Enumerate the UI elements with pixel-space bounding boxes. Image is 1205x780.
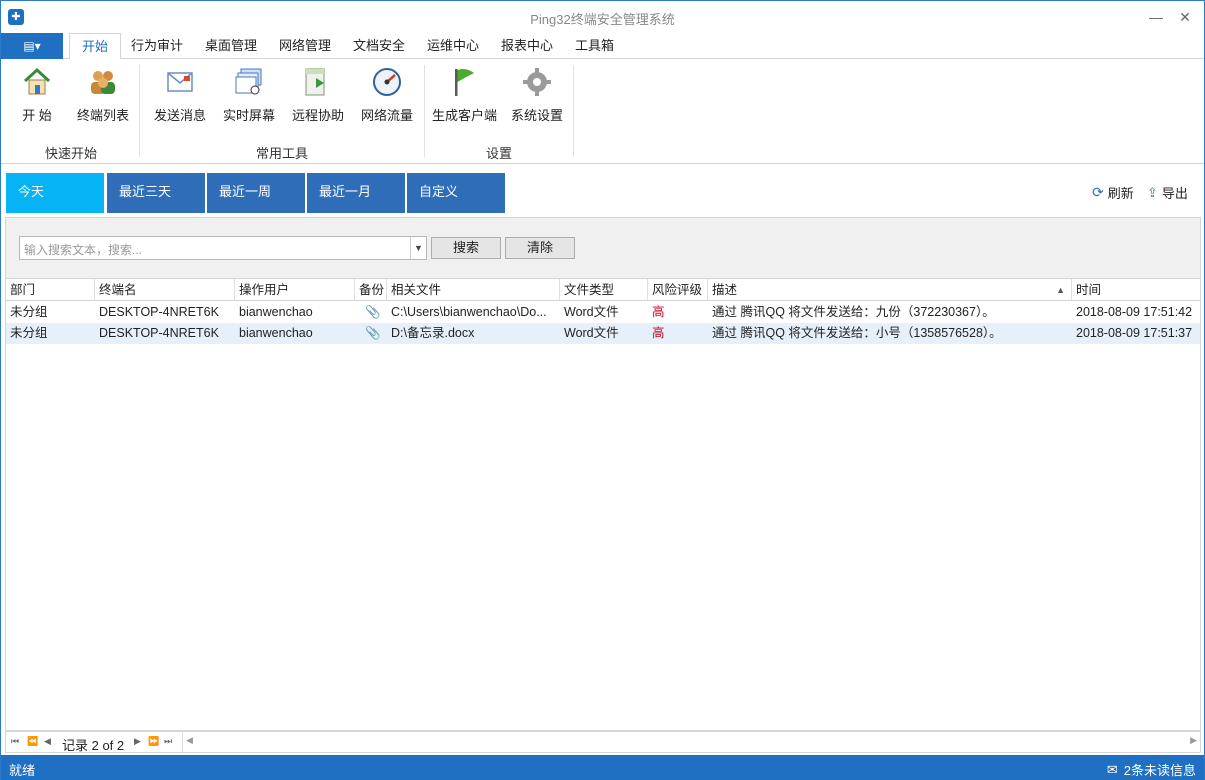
app-window: ✚ Ping32终端安全管理系统 — ✕ ▤▾ 开始 行为审计 桌面管理 网络管…	[0, 0, 1205, 780]
next-page-icon[interactable]: ⏩	[148, 736, 159, 747]
group-separator	[573, 65, 574, 157]
next-record-icon[interactable]: ▶	[134, 736, 141, 747]
group-common-tools-label: 常用工具	[255, 146, 308, 161]
unread-messages[interactable]: ✉ 2条未读信息	[1107, 760, 1196, 779]
record-count: 记录 2 of 2	[62, 738, 125, 753]
record-navigator: ⏮ ⏪ ◀ 记录 2 of 2 ▶ ⏩ ⏭ ◀ ▶	[5, 731, 1201, 753]
gauge-icon	[370, 65, 404, 99]
tab-behavior-audit[interactable]: 行为审计	[119, 33, 195, 59]
column-header-file[interactable]: 相关文件	[387, 279, 560, 301]
date-tab-last-week[interactable]: 最近一周	[207, 173, 305, 213]
first-record-icon[interactable]: ⏮	[11, 736, 19, 747]
chevron-down-icon[interactable]: ▼	[410, 237, 426, 259]
search-input[interactable]: 输入搜索文本，搜索... ▼	[19, 236, 427, 260]
tab-report-center[interactable]: 报表中心	[489, 33, 565, 59]
close-button[interactable]: ✕	[1171, 5, 1199, 29]
refresh-icon: ⟳	[1092, 184, 1104, 200]
column-header-user[interactable]: 操作用户	[235, 279, 355, 301]
last-record-icon[interactable]: ⏭	[164, 736, 172, 747]
date-tab-last-month[interactable]: 最近一月	[307, 173, 405, 213]
column-header-backup[interactable]: 备份	[355, 279, 387, 301]
group-separator	[424, 65, 425, 157]
tab-desktop-management[interactable]: 桌面管理	[193, 33, 269, 59]
column-header-description[interactable]: 描述 ▲	[708, 279, 1072, 301]
tab-network-management[interactable]: 网络管理	[267, 33, 343, 59]
scroll-right-icon[interactable]: ▶	[1190, 735, 1197, 746]
column-header-file-type[interactable]: 文件类型	[560, 279, 648, 301]
menu-bar: ▤▾ 开始 行为审计 桌面管理 网络管理 文档安全 运维中心 报表中心 工具箱	[1, 33, 1204, 60]
prev-record-icon[interactable]: ◀	[44, 736, 51, 747]
table-row[interactable]: 未分组 DESKTOP-4NRET6K bianwenchao 📎 D:\备忘录…	[6, 323, 1200, 344]
tab-ops-center[interactable]: 运维中心	[415, 33, 491, 59]
screen-icon	[232, 65, 266, 99]
status-bar: 就绪 ✉ 2条未读信息	[1, 755, 1204, 780]
sort-ascending-icon: ▲	[1056, 285, 1065, 295]
date-tab-last-3-days[interactable]: 最近三天	[107, 173, 205, 213]
users-icon	[86, 65, 120, 99]
column-header-time[interactable]: 时间	[1072, 279, 1202, 301]
window-title: Ping32终端安全管理系统	[530, 12, 675, 27]
start-button[interactable]: 开 始	[5, 65, 69, 124]
column-header-department[interactable]: 部门	[6, 279, 95, 301]
file-menu-button[interactable]: ▤▾	[1, 33, 63, 59]
group-settings-label: 设置	[485, 146, 512, 161]
prev-page-icon[interactable]: ⏪	[27, 736, 38, 747]
network-traffic-button[interactable]: 网络流量	[355, 65, 419, 124]
date-tab-today[interactable]: 今天	[6, 173, 104, 213]
column-header-terminal[interactable]: 终端名	[95, 279, 235, 301]
tab-toolbox[interactable]: 工具箱	[563, 33, 626, 59]
generate-client-button[interactable]: 生成客户端	[432, 65, 497, 124]
flag-icon	[447, 65, 481, 99]
date-filter-bar: 今天 最近三天 最近一周 最近一月 自定义 ⟳ 刷新 ⇪ 导出	[1, 165, 1204, 215]
terminal-list-button[interactable]: 终端列表	[71, 65, 135, 124]
search-button[interactable]: 搜索	[431, 237, 501, 259]
system-settings-button[interactable]: 系统设置	[505, 65, 569, 124]
table-header: 部门 终端名 操作用户 备份 相关文件 文件类型 风险评级 描述 ▲ 时间	[6, 279, 1200, 301]
table-row[interactable]: 未分组 DESKTOP-4NRET6K bianwenchao 📎 C:\Use…	[6, 302, 1200, 323]
group-separator	[139, 65, 140, 157]
ribbon: 开 始 终端列表 快速开始 发送消息 实时屏幕 远程协助 网络流量 常用工具 生…	[1, 59, 1204, 164]
send-message-button[interactable]: 发送消息	[148, 65, 212, 124]
horizontal-scrollbar[interactable]: ◀ ▶	[182, 732, 1200, 752]
clear-button[interactable]: 清除	[505, 237, 575, 259]
gear-icon	[520, 65, 554, 99]
live-screen-button[interactable]: 实时屏幕	[217, 65, 281, 124]
tab-start[interactable]: 开始	[69, 33, 122, 60]
audit-table: 部门 终端名 操作用户 备份 相关文件 文件类型 风险评级 描述 ▲ 时间 未分…	[5, 279, 1201, 731]
minimize-button[interactable]: —	[1142, 5, 1170, 29]
attachment-icon[interactable]: 📎	[361, 323, 387, 344]
search-panel: 输入搜索文本，搜索... ▼ 搜索 清除	[5, 217, 1201, 279]
home-icon	[20, 65, 54, 99]
envelope-icon: ✉	[1106, 761, 1118, 777]
status-text: 就绪	[9, 763, 36, 778]
message-icon	[163, 65, 197, 99]
remote-icon	[301, 65, 335, 99]
group-quick-start-label: 快速开始	[44, 146, 97, 161]
title-bar: ✚ Ping32终端安全管理系统 — ✕	[1, 1, 1204, 33]
remote-assist-button[interactable]: 远程协助	[286, 65, 350, 124]
search-placeholder: 输入搜索文本，搜索...	[24, 243, 143, 257]
column-header-risk[interactable]: 风险评级	[648, 279, 708, 301]
export-icon: ⇪	[1147, 184, 1158, 200]
export-button[interactable]: ⇪ 导出	[1147, 183, 1188, 202]
date-tab-custom[interactable]: 自定义	[407, 173, 505, 213]
tab-document-security[interactable]: 文档安全	[341, 33, 417, 59]
scroll-left-icon[interactable]: ◀	[186, 735, 193, 746]
attachment-icon[interactable]: 📎	[361, 302, 387, 323]
refresh-button[interactable]: ⟳ 刷新	[1092, 183, 1134, 202]
